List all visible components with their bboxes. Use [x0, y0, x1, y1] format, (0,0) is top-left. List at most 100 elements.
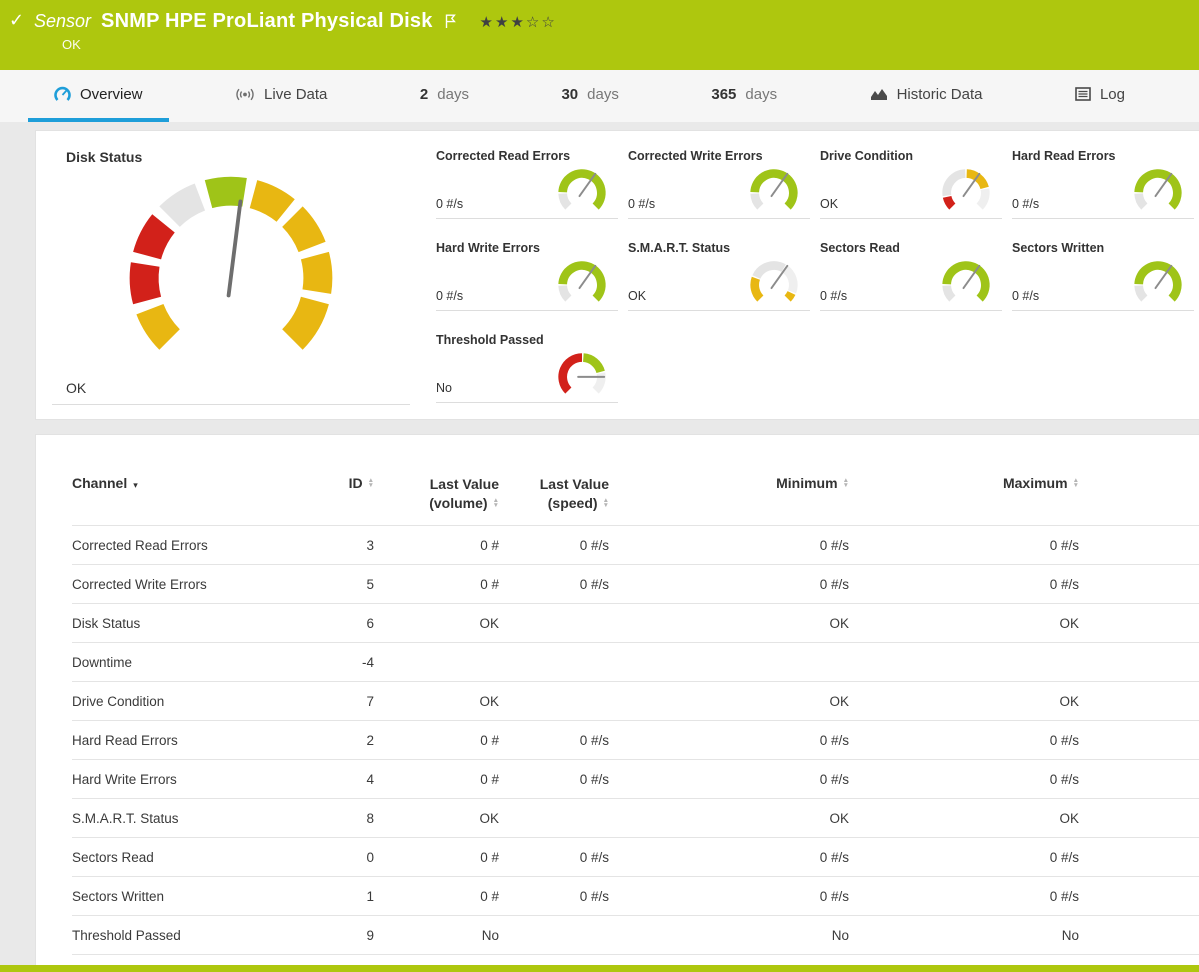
col-header-channel[interactable]: Channel▾ [72, 461, 322, 526]
gauge-corrected-write-errors[interactable]: Corrected Write Errors 0 #/s [628, 149, 810, 219]
gauge-dial-icon [744, 253, 804, 309]
cell-id: 0 [322, 838, 382, 877]
stars-empty: ☆☆ [526, 14, 557, 31]
tab-bar: Overview Live Data 2 days 30 days 365 da… [0, 70, 1199, 122]
cell-id: 6 [322, 604, 382, 643]
table-row-threshold-passed[interactable]: Threshold Passed 9 No No No [72, 916, 1199, 955]
sort-icon[interactable]: ▲▼ [1073, 478, 1079, 488]
table-row-sectors-read[interactable]: Sectors Read 0 0 # 0 #/s 0 #/s 0 #/s [72, 838, 1199, 877]
cell-last-volume: OK [382, 604, 507, 643]
cell-minimum [617, 643, 857, 682]
tab-live-data[interactable]: Live Data [209, 70, 353, 122]
gauge-sectors-read[interactable]: Sectors Read 0 #/s [820, 241, 1002, 311]
cell-minimum: No [617, 916, 857, 955]
cell-last-volume: 0 # [382, 721, 507, 760]
gauge-dial-icon [744, 161, 804, 217]
footer-accent-bar [0, 965, 1199, 972]
status-check-icon: ✓ [9, 10, 24, 31]
gauge-sectors-written[interactable]: Sectors Written 0 #/s [1012, 241, 1194, 311]
cell-last-speed: 0 #/s [507, 838, 617, 877]
cell-last-speed: 0 #/s [507, 565, 617, 604]
priority-stars[interactable]: ★★★☆☆ [480, 13, 557, 31]
table-row-downtime[interactable]: Downtime -4 [72, 643, 1199, 682]
tab-365-days[interactable]: 365 days [685, 70, 803, 122]
gauge-corrected-read-errors[interactable]: Corrected Read Errors 0 #/s [436, 149, 618, 219]
cell-minimum: OK [617, 682, 857, 721]
tab-2-days[interactable]: 2 days [394, 70, 495, 122]
cell-last-volume: 0 # [382, 838, 507, 877]
col-header-last-value-volume[interactable]: Last Value (volume)▲▼ [382, 461, 507, 526]
gauge-value: 0 #/s [436, 197, 463, 211]
sensor-header: ✓ Sensor SNMP HPE ProLiant Physical Disk… [0, 0, 1199, 70]
cell-channel: Disk Status [72, 604, 322, 643]
sort-icon[interactable]: ▲▼ [368, 478, 374, 488]
channel-table: Channel▾ ID▲▼ Last Value (volume)▲▼ Last… [72, 461, 1199, 955]
gauge-dial-icon [936, 253, 996, 309]
col-header-last-value-speed[interactable]: Last Value (speed)▲▼ [507, 461, 617, 526]
table-row-sectors-written[interactable]: Sectors Written 1 0 # 0 #/s 0 #/s 0 #/s [72, 877, 1199, 916]
tab-log[interactable]: Log [1049, 70, 1151, 122]
live-data-icon [235, 87, 255, 102]
cell-last-speed [507, 604, 617, 643]
tab-overview[interactable]: Overview [28, 70, 169, 122]
cell-last-volume: OK [382, 799, 507, 838]
chevron-down-icon: ▾ [133, 480, 138, 490]
primary-channel-gauge[interactable]: Disk Status OK [52, 149, 410, 405]
col-header-maximum[interactable]: Maximum▲▼ [857, 461, 1087, 526]
cell-maximum: 0 #/s [857, 526, 1087, 565]
col-header-id[interactable]: ID▲▼ [322, 461, 382, 526]
tab-unit: days [437, 86, 469, 103]
tab-label: Live Data [264, 86, 327, 103]
gauge-hard-read-errors[interactable]: Hard Read Errors 0 #/s [1012, 149, 1194, 219]
cell-last-volume: 0 # [382, 565, 507, 604]
sort-icon[interactable]: ▲▼ [493, 498, 499, 508]
table-row-hard-read-errors[interactable]: Hard Read Errors 2 0 # 0 #/s 0 #/s 0 #/s [72, 721, 1199, 760]
primary-gauge-dial [120, 167, 342, 365]
gauge-drive-condition[interactable]: Drive Condition OK [820, 149, 1002, 219]
cell-channel: S.M.A.R.T. Status [72, 799, 322, 838]
channel-table-panel: Channel▾ ID▲▼ Last Value (volume)▲▼ Last… [35, 434, 1199, 972]
gauge-hard-write-errors[interactable]: Hard Write Errors 0 #/s [436, 241, 618, 311]
cell-last-volume: 0 # [382, 877, 507, 916]
cell-maximum [857, 643, 1087, 682]
cell-maximum: 0 #/s [857, 877, 1087, 916]
gauge-icon [54, 86, 71, 103]
gauge-threshold-passed[interactable]: Threshold Passed No [436, 333, 618, 403]
tab-historic-data[interactable]: Historic Data [844, 70, 1009, 122]
table-row-drive-condition[interactable]: Drive Condition 7 OK OK OK [72, 682, 1199, 721]
priority-flag-icon[interactable] [445, 14, 456, 29]
cell-maximum: OK [857, 604, 1087, 643]
tab-label: Overview [80, 86, 143, 103]
table-row-disk-status[interactable]: Disk Status 6 OK OK OK [72, 604, 1199, 643]
table-row-smart-status[interactable]: S.M.A.R.T. Status 8 OK OK OK [72, 799, 1199, 838]
cell-last-speed [507, 682, 617, 721]
sort-icon[interactable]: ▲▼ [843, 478, 849, 488]
tab-number: 30 [561, 86, 578, 103]
cell-id: 8 [322, 799, 382, 838]
cell-last-speed [507, 799, 617, 838]
cell-last-volume: 0 # [382, 760, 507, 799]
cell-channel: Corrected Write Errors [72, 565, 322, 604]
gauge-dial-icon [1128, 161, 1188, 217]
cell-id: 4 [322, 760, 382, 799]
table-row-corrected-read-errors[interactable]: Corrected Read Errors 3 0 # 0 #/s 0 #/s … [72, 526, 1199, 565]
cell-channel: Threshold Passed [72, 916, 322, 955]
cell-id: 7 [322, 682, 382, 721]
object-kind-label: Sensor [34, 11, 91, 32]
table-row-corrected-write-errors[interactable]: Corrected Write Errors 5 0 # 0 #/s 0 #/s… [72, 565, 1199, 604]
sort-icon[interactable]: ▲▼ [603, 498, 609, 508]
log-list-icon [1075, 87, 1091, 101]
tab-30-days[interactable]: 30 days [535, 70, 644, 122]
channel-gauge-grid: Corrected Read Errors 0 #/s Corrected Wr… [436, 149, 1194, 405]
gauge-smart-status[interactable]: S.M.A.R.T. Status OK [628, 241, 810, 311]
col-header-minimum[interactable]: Minimum▲▼ [617, 461, 857, 526]
gauge-value: 0 #/s [820, 289, 847, 303]
gauge-dial-icon [936, 161, 996, 217]
gauge-value: No [436, 381, 452, 395]
table-row-hard-write-errors[interactable]: Hard Write Errors 4 0 # 0 #/s 0 #/s 0 #/… [72, 760, 1199, 799]
cell-channel: Corrected Read Errors [72, 526, 322, 565]
cell-id: 9 [322, 916, 382, 955]
cell-id: 3 [322, 526, 382, 565]
gauge-dial-icon [1128, 253, 1188, 309]
cell-maximum: 0 #/s [857, 565, 1087, 604]
